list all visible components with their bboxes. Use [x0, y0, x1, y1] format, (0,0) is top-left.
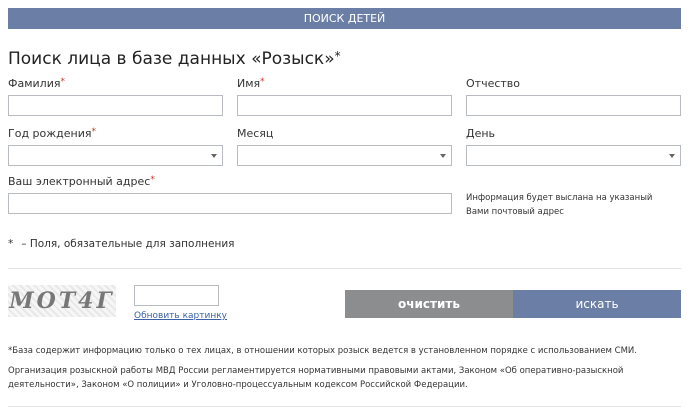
firstname-input[interactable] — [237, 95, 452, 116]
bottom-divider — [8, 406, 681, 407]
database-note: *База содержит информацию только о тех л… — [8, 346, 637, 356]
patronymic-input[interactable] — [466, 95, 681, 116]
chevron-down-icon — [440, 154, 446, 158]
day-select[interactable] — [466, 145, 681, 166]
legal-note: Организация розыскной работы МВД России … — [8, 366, 624, 390]
chevron-down-icon — [669, 154, 675, 158]
section-header-bar: ПОИСК ДЕТЕЙ — [8, 8, 681, 29]
lastname-input[interactable] — [8, 95, 223, 116]
required-fields-note: * – Поля, обязательные для заполнения — [8, 238, 235, 250]
lastname-label: Фамилия* — [8, 77, 65, 90]
firstname-label: Имя* — [237, 77, 265, 90]
search-button[interactable]: искать — [513, 290, 681, 318]
birth-year-select[interactable] — [8, 145, 223, 166]
birth-year-label: Год рождения* — [8, 127, 96, 140]
patronymic-label: Отчество — [466, 77, 521, 90]
divider — [8, 268, 681, 269]
month-select[interactable] — [237, 145, 452, 166]
email-label: Ваш электронный адрес* — [8, 175, 155, 188]
email-hint: Информация будет выслана на указаный Вам… — [466, 193, 653, 217]
chevron-down-icon — [211, 154, 217, 158]
page-title: Поиск лица в базе данных «Розыск»* — [8, 49, 341, 69]
section-header-title: ПОИСК ДЕТЕЙ — [303, 12, 386, 25]
clear-button[interactable]: очистить — [345, 290, 513, 318]
email-input[interactable] — [8, 193, 452, 214]
captcha-image: МОТ4Г — [8, 285, 116, 317]
captcha-input[interactable] — [134, 285, 219, 306]
day-label: День — [466, 127, 496, 140]
month-label: Месяц — [237, 127, 274, 140]
refresh-captcha-link[interactable]: Обновить картинку — [134, 311, 227, 321]
